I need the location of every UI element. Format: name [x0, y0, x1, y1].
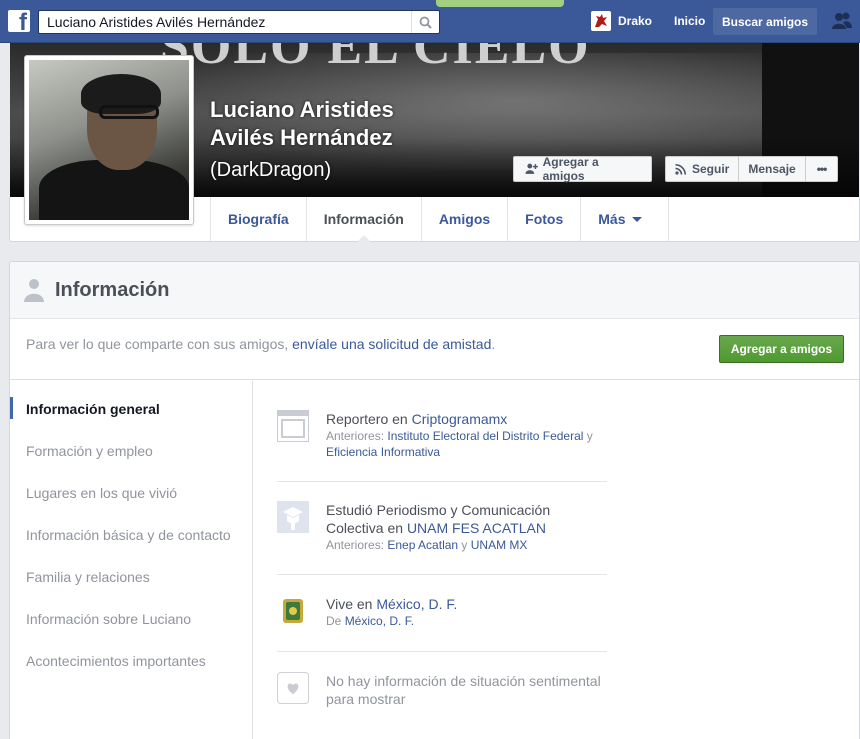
- tab-timeline[interactable]: Biografía: [211, 197, 307, 241]
- previous-school-link-2[interactable]: UNAM MX: [471, 538, 528, 552]
- facebook-logo-icon[interactable]: f: [8, 10, 30, 35]
- places-details: Vive en México, D. F. De México, D. F.: [326, 595, 606, 629]
- profile-alternate-name: (DarkDragon): [210, 159, 332, 181]
- dragon-avatar-icon: [595, 14, 607, 27]
- about-title: Información: [55, 279, 170, 301]
- tab-about[interactable]: Información: [307, 197, 422, 242]
- profile-name[interactable]: Luciano Aristides Avilés Hernández: [210, 96, 470, 152]
- section-life-events[interactable]: Acontecimientos importantes: [26, 653, 206, 669]
- more-options-button[interactable]: •••: [805, 156, 839, 182]
- follow-label: Seguir: [692, 162, 730, 176]
- tab-photos[interactable]: Fotos: [508, 197, 582, 241]
- current-city: Vive en México, D. F.: [326, 596, 458, 612]
- entry-divider: [277, 481, 607, 482]
- relationship-line2: para mostrar: [326, 691, 406, 707]
- profile-name-line1: Luciano Aristides: [210, 97, 394, 122]
- send-friend-request-link[interactable]: envíale una solicitud de amistad: [292, 336, 491, 352]
- tab-more[interactable]: Más: [581, 197, 669, 241]
- add-friend-green-label: Agregar a amigos: [730, 342, 833, 356]
- education-previous: Anteriores: Enep Acatlan y UNAM MX: [326, 538, 528, 552]
- previous-school-link-1[interactable]: Enep Acatlan: [387, 538, 458, 552]
- relationship-line1: No hay información de situación sentimen…: [326, 673, 601, 689]
- notice-text: Para ver lo que comparte con sus amigos,…: [26, 336, 496, 352]
- user-avatar: [591, 11, 611, 31]
- previous-employer-link-2[interactable]: Eficiencia Informativa: [326, 445, 440, 459]
- search-button[interactable]: [411, 11, 439, 33]
- section-family-relationships[interactable]: Familia y relaciones: [26, 569, 150, 585]
- friend-request-notice: Para ver lo que comparte con sus amigos,…: [10, 319, 859, 380]
- education-details: Estudió Periodismo y Comunicación Colect…: [326, 501, 606, 553]
- education-line2: Colectiva en UNAM FES ACATLAN: [326, 520, 546, 536]
- search-box: [38, 10, 440, 34]
- previous-employer-link-1[interactable]: Instituto Electoral del Distrito Federal: [387, 429, 583, 443]
- profile-photo-image: [29, 60, 189, 220]
- nav-user-profile[interactable]: Drako: [591, 11, 652, 31]
- search-icon: [419, 16, 432, 29]
- work-current: Reportero en Criptogramamx: [326, 411, 508, 427]
- entry-divider: [277, 574, 607, 575]
- school-link[interactable]: UNAM FES ACATLAN: [407, 520, 546, 536]
- active-section-indicator: [10, 397, 13, 419]
- hometown: De México, D. F.: [326, 614, 415, 628]
- nav-home-link[interactable]: Inicio: [674, 14, 705, 28]
- profile-tabs: Biografía Información Amigos Fotos Más: [210, 197, 669, 242]
- city-emblem-icon[interactable]: [277, 595, 309, 627]
- education-line1: Estudió Periodismo y Comunicación: [326, 502, 551, 518]
- current-city-link[interactable]: México, D. F.: [376, 596, 457, 612]
- add-friend-button[interactable]: Agregar a amigos: [513, 155, 652, 183]
- graduation-cap-icon: [277, 501, 309, 533]
- top-navigation-bar: f Drako Inicio Buscar amigos: [0, 0, 860, 43]
- work-previous: Anteriores: Instituto Electoral del Dist…: [326, 429, 593, 459]
- relationship-details: No hay información de situación sentimen…: [326, 672, 606, 708]
- follow-button[interactable]: Seguir: [665, 156, 740, 182]
- heart-icon: [277, 672, 309, 704]
- find-friends-label: Buscar amigos: [722, 14, 809, 29]
- message-button[interactable]: Mensaje: [739, 156, 806, 182]
- more-options-label: •••: [816, 162, 828, 176]
- profile-action-buttons: Seguir Mensaje •••: [665, 156, 839, 182]
- about-card: Información Para ver lo que comparte con…: [9, 261, 860, 739]
- section-places-lived[interactable]: Lugares en los que vivió: [26, 485, 177, 501]
- loading-indicator: [436, 0, 564, 7]
- add-friend-icon: [525, 163, 538, 174]
- profile-name-line2: Avilés Hernández: [210, 125, 393, 150]
- section-work-education[interactable]: Formación y empleo: [26, 443, 153, 459]
- chevron-down-icon: [631, 216, 642, 222]
- section-details-about[interactable]: Información sobre Luciano: [26, 611, 191, 627]
- about-card-header: Información: [10, 262, 859, 319]
- search-input[interactable]: [39, 11, 409, 33]
- find-friends-button[interactable]: Buscar amigos: [713, 8, 818, 35]
- person-icon: [24, 279, 44, 302]
- rss-follow-icon: [675, 163, 686, 175]
- section-contact-basic-info[interactable]: Información básica y de contacto: [26, 527, 231, 543]
- add-friend-label: Agregar a amigos: [542, 155, 599, 183]
- hometown-link[interactable]: México, D. F.: [345, 614, 414, 628]
- tab-friends[interactable]: Amigos: [422, 197, 509, 241]
- briefcase-icon: [277, 410, 309, 442]
- friend-requests-icon[interactable]: [831, 11, 853, 31]
- section-overview[interactable]: Información general: [26, 401, 160, 417]
- entry-divider: [277, 651, 607, 652]
- work-details: Reportero en Criptogramamx Anteriores: I…: [326, 410, 606, 460]
- message-label: Mensaje: [748, 162, 796, 176]
- cover-photo-text: SOLO EL CIELO: [160, 43, 591, 75]
- about-section-nav: Información general Formación y empleo L…: [10, 381, 253, 739]
- nav-user-name: Drako: [618, 14, 653, 28]
- employer-link[interactable]: Criptogramamx: [412, 411, 508, 427]
- add-friend-green-button[interactable]: Agregar a amigos: [719, 335, 844, 363]
- profile-picture[interactable]: [24, 55, 194, 225]
